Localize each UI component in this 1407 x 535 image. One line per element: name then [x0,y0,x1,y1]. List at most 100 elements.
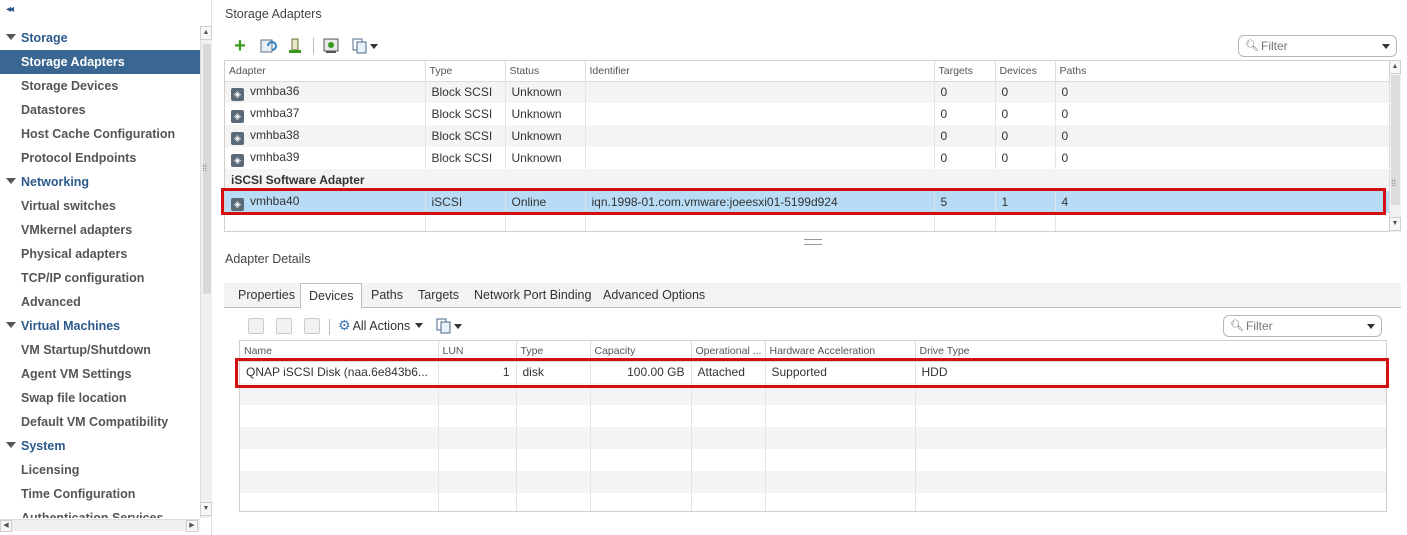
scroll-left-icon[interactable]: ◀ [0,520,12,532]
group-label: iSCSI Software Adapter [225,169,1390,191]
nav-item-8[interactable]: VMkernel adapters [0,218,200,242]
copy-icon[interactable] [349,37,379,55]
resize-grip-icon[interactable]: ⁞⁞ [1391,178,1396,188]
rescan-vmfs-icon[interactable] [286,37,304,55]
filter-dropdown-icon[interactable] [1367,324,1375,329]
tab-network-port-binding[interactable]: Network Port Binding [466,283,599,308]
expand-triangle-icon[interactable] [6,178,16,184]
devices-filter[interactable]: 🔍︎ [1223,315,1382,337]
storage-adapters-title: Storage Adapters [225,7,322,21]
expand-triangle-icon[interactable] [6,34,16,40]
column-header[interactable]: Capacity [590,341,692,362]
rename-device-icon[interactable] [304,318,320,334]
tab-paths[interactable]: Paths [363,283,411,308]
table-row[interactable]: ◈ vmhba36 Block SCSI Unknown 0 0 0 [225,81,1391,103]
scroll-up-icon[interactable]: ▲ [1389,60,1401,74]
table-row[interactable]: QNAP iSCSI Disk (naa.6e843b6... 1 disk 100.… [240,361,1386,383]
table-cell [585,213,935,231]
nav-item-2[interactable]: Storage Devices [0,74,200,98]
table-cell: 100.00 GB [590,361,692,383]
column-header[interactable]: Status [505,61,586,82]
column-header[interactable]: LUN [438,341,517,362]
all-actions-menu[interactable]: ⚙ All Actions [338,317,424,334]
nav-item-16[interactable]: Default VM Compatibility [0,410,200,434]
column-header[interactable]: Devices [995,61,1056,82]
table-cell: 0 [934,81,996,103]
nav-item-20[interactable]: Authentication Services [0,506,200,518]
nav-vertical-scrollbar[interactable]: ▲ ▼ [200,26,212,518]
column-header[interactable]: Drive Type [915,341,1386,362]
nav-horizontal-scrollbar[interactable]: ◀ ▶ [0,519,200,532]
column-header[interactable]: Type [425,61,506,82]
nav-item-7[interactable]: Virtual switches [0,194,200,218]
scroll-down-icon[interactable]: ▼ [1389,217,1401,231]
nav-list: Storage Storage Adapters Storage Devices Da… [0,26,200,518]
nav-item-19[interactable]: Time Configuration [0,482,200,506]
column-header[interactable]: Operational ... [691,341,766,362]
column-header[interactable]: Name [240,341,439,362]
scroll-up-icon[interactable]: ▲ [200,26,212,40]
adapters-filter-input[interactable] [1261,38,1371,54]
refresh-adapter-icon[interactable] [322,37,340,55]
nav-item-13[interactable]: VM Startup/Shutdown [0,338,200,362]
scroll-right-icon[interactable]: ▶ [186,520,198,532]
column-header[interactable]: Adapter [225,61,426,82]
resize-grip-icon[interactable]: ⁞⁞ [202,163,207,173]
expand-triangle-icon[interactable] [6,322,16,328]
table-cell: Unknown [505,81,586,103]
storage-adapter-icon: ◈ [231,87,244,101]
tab-devices[interactable]: Devices [300,283,363,309]
nav-section-0[interactable]: Storage [0,26,200,50]
group-header-row[interactable]: iSCSI Software Adapter [225,169,1390,191]
nav-item-1[interactable]: Storage Adapters [0,50,200,74]
nav-item-14[interactable]: Agent VM Settings [0,362,200,386]
nav-section-17[interactable]: System [0,434,200,458]
table-cell: Block SCSI [425,81,506,103]
nav-item-10[interactable]: TCP/IP configuration [0,266,200,290]
adapters-vertical-scrollbar[interactable]: ▲ ▼ [1389,60,1401,232]
devices-filter-input[interactable] [1246,318,1356,334]
collapse-panel-icon[interactable]: ◂◂ [6,4,14,15]
tab-targets[interactable]: Targets [410,283,467,308]
column-header[interactable]: Paths [1055,61,1391,82]
detach-device-icon[interactable] [276,318,292,334]
nav-item-label: Physical adapters [21,247,128,261]
nav-item-4[interactable]: Host Cache Configuration [0,122,200,146]
nav-item-11[interactable]: Advanced [0,290,200,314]
pane-splitter[interactable] [804,239,822,245]
table-row[interactable]: ◈ vmhba40 iSCSI Online iqn.1998-01.com.vmwar… [225,191,1391,213]
nav-item-label: Advanced [21,295,81,309]
column-header[interactable]: Type [516,341,591,362]
nav-item-9[interactable]: Physical adapters [0,242,200,266]
table-cell [438,427,517,449]
column-header[interactable]: Identifier [585,61,935,82]
tab-advanced-options[interactable]: Advanced Options [595,283,713,308]
nav-item-18[interactable]: Licensing [0,458,200,482]
filter-dropdown-icon[interactable] [1382,44,1390,49]
column-header[interactable]: Targets [934,61,996,82]
devices-table: Name LUN Type Capacity Operational ... Hardwa… [239,340,1387,512]
table-row[interactable]: ◈ vmhba38 Block SCSI Unknown 0 0 0 [225,125,1391,147]
table-cell: 0 [1055,147,1391,169]
nav-item-5[interactable]: Protocol Endpoints [0,146,200,170]
nav-section-12[interactable]: Virtual Machines [0,314,200,338]
table-row[interactable]: ◈ vmhba39 Block SCSI Unknown 0 0 0 [225,147,1391,169]
add-icon[interactable]: + [231,36,249,56]
nav-item-3[interactable]: Datastores [0,98,200,122]
refresh-device-icon[interactable] [248,318,264,334]
nav-section-6[interactable]: Networking [0,170,200,194]
column-header[interactable]: Hardware Acceleration [765,341,916,362]
storage-adapter-icon: ◈ [231,197,244,211]
empty-row [240,471,1386,493]
table-row[interactable]: ◈ vmhba37 Block SCSI Unknown 0 0 0 [225,103,1391,125]
table-cell [691,471,766,493]
table-cell: 0 [995,81,1056,103]
tab-properties[interactable]: Properties [230,283,303,308]
scroll-down-icon[interactable]: ▼ [200,502,212,516]
expand-triangle-icon[interactable] [6,442,16,448]
nav-item-label: Default VM Compatibility [21,415,169,429]
nav-item-15[interactable]: Swap file location [0,386,200,410]
copy-icon[interactable] [433,317,463,335]
adapters-filter[interactable]: 🔍︎ [1238,35,1397,57]
rescan-icon[interactable] [259,37,277,55]
